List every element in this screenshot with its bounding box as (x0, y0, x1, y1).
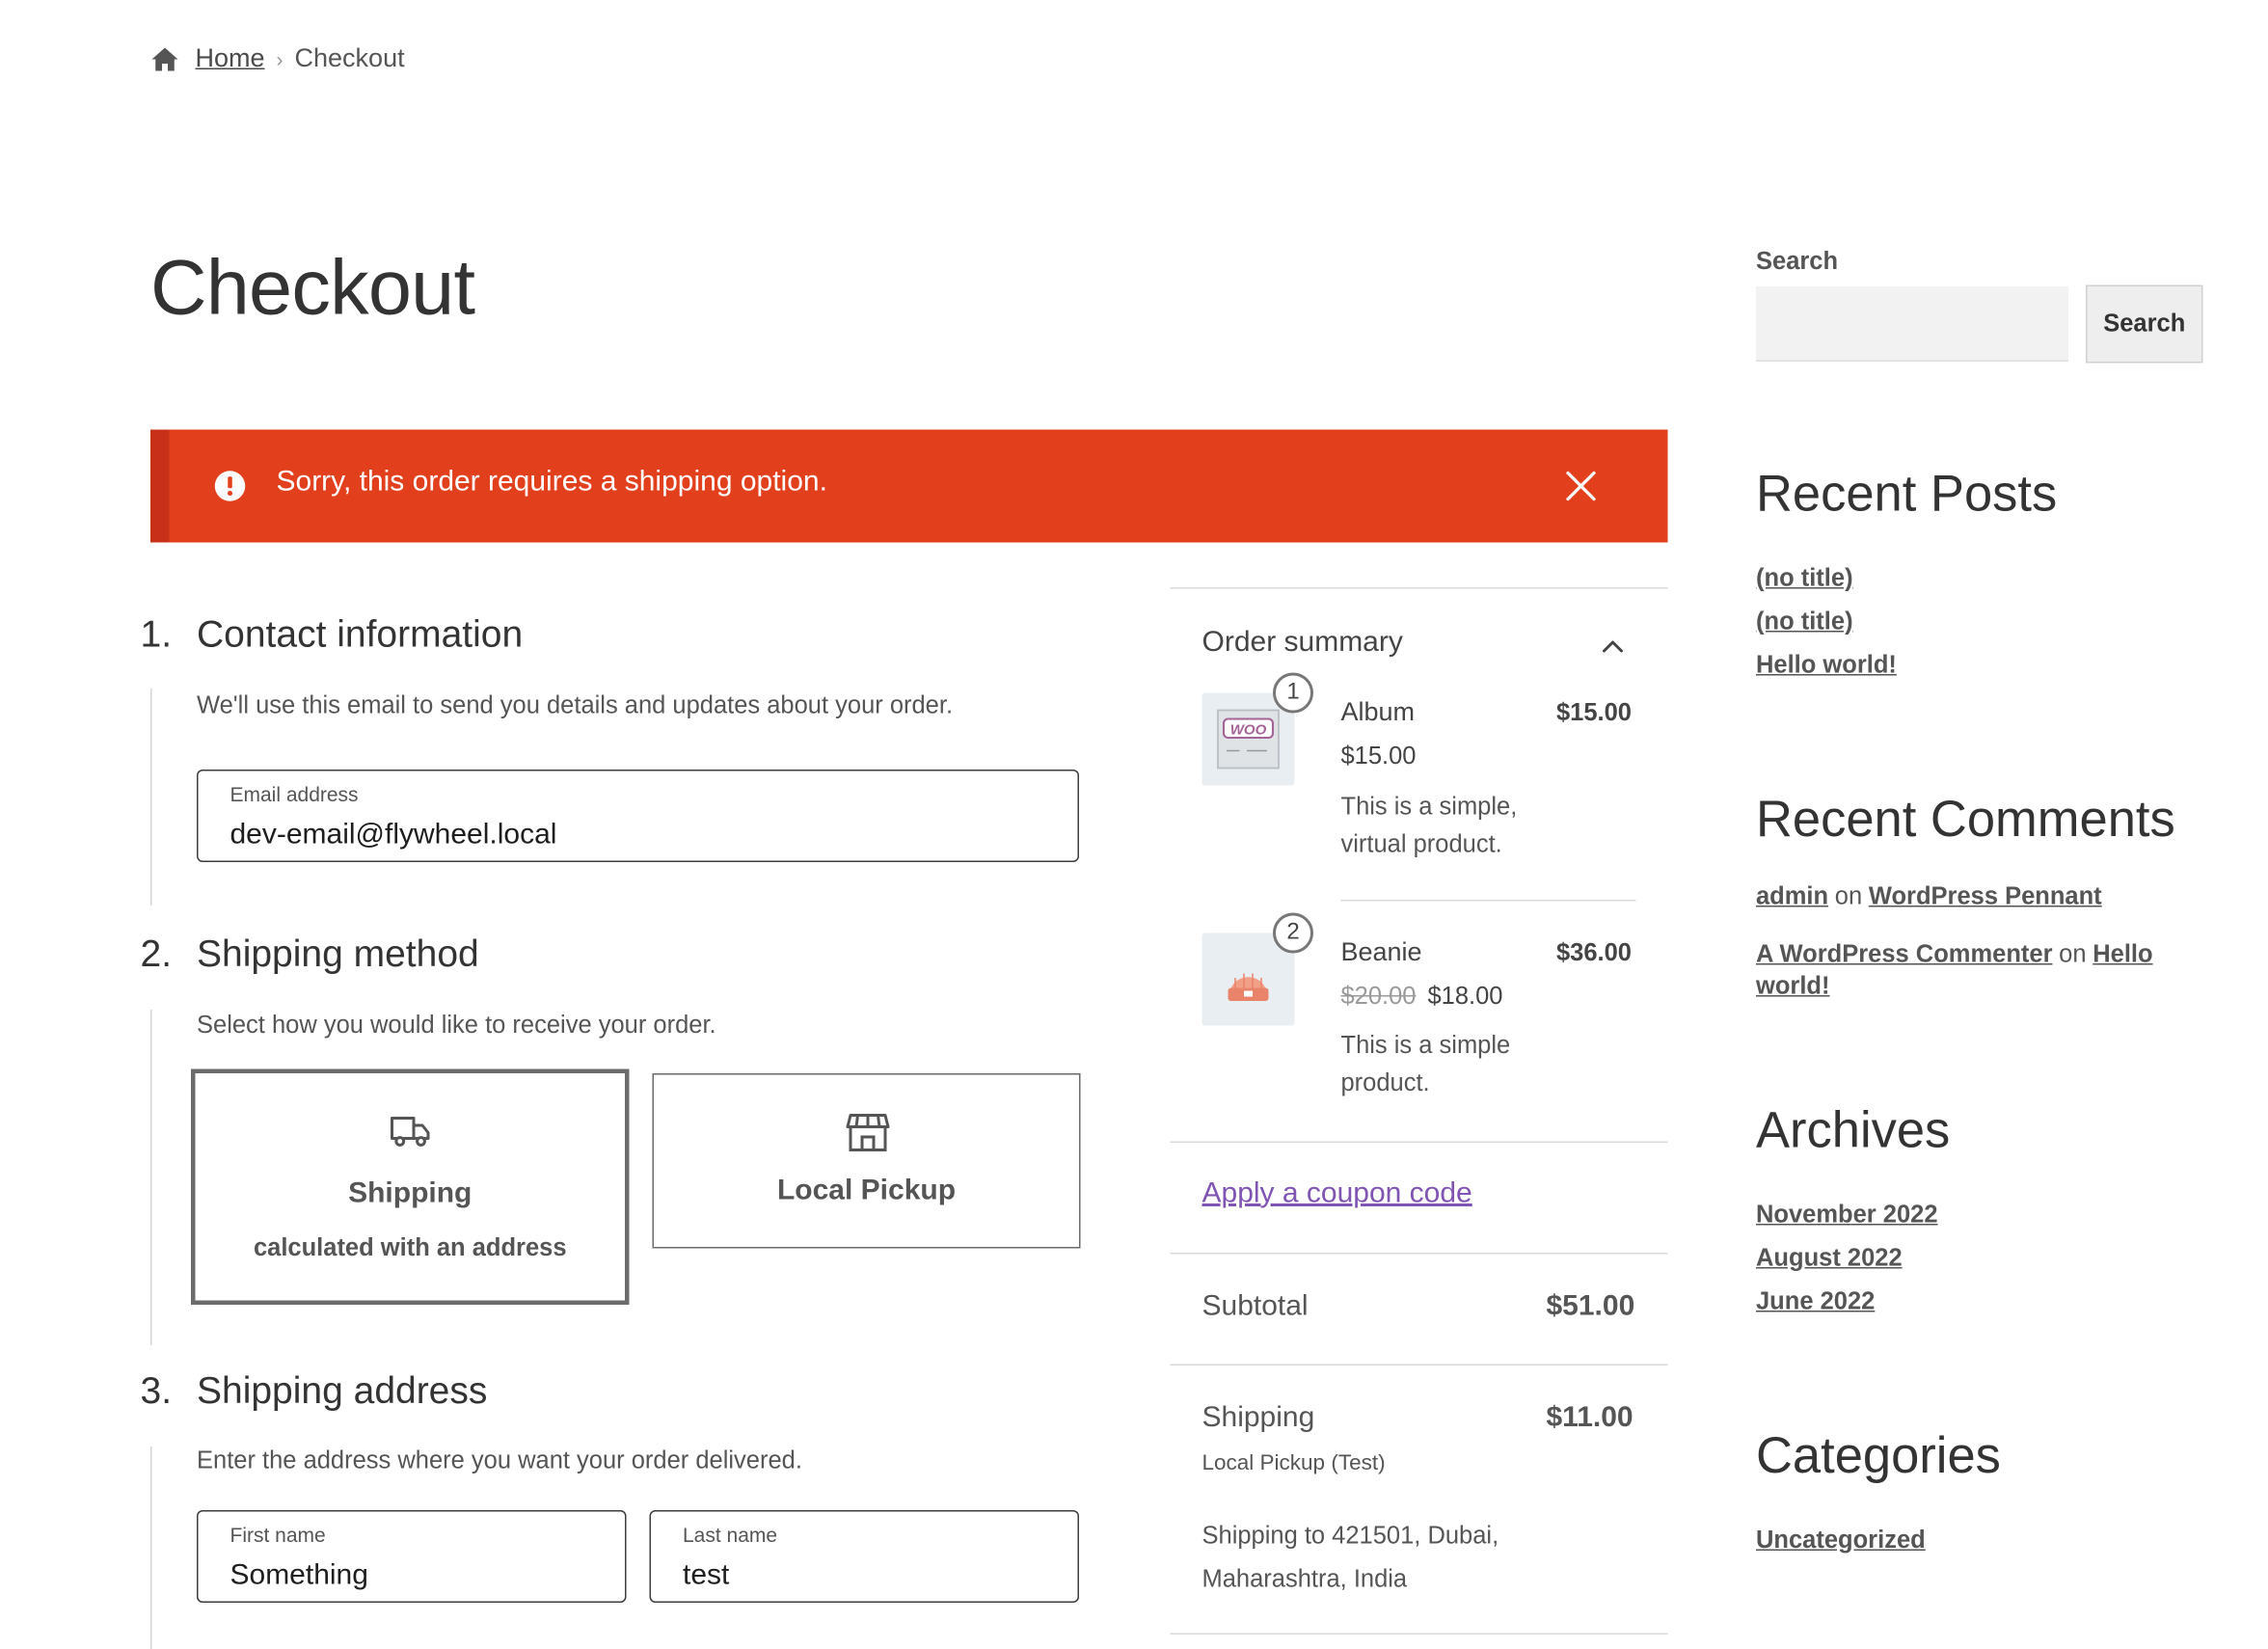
quantity-badge: 1 (1273, 672, 1313, 714)
step-2-number: 2. (140, 932, 173, 975)
step-3-title: Shipping address (197, 1368, 488, 1412)
categories-heading: Categories (1756, 1427, 2001, 1485)
item-total: $36.00 (1556, 938, 1632, 967)
item-description: This is a simple, virtual product. (1340, 793, 1518, 858)
summary-divider (1170, 1141, 1668, 1143)
local-pickup-option-button[interactable]: Local Pickup (652, 1073, 1081, 1249)
last-name-label: Last name (683, 1523, 778, 1547)
email-field[interactable]: Email address dev-email@flywheel.local (197, 770, 1079, 862)
shipping-method-name: Local Pickup (Test) (1202, 1450, 1386, 1476)
woo-logo-text: WOO (1230, 721, 1267, 738)
comment-author-link[interactable]: admin (1756, 882, 1828, 910)
step-2-title: Shipping method (197, 932, 479, 975)
comment-post-link[interactable]: WordPress Pennant (1869, 882, 2102, 910)
alert-icon (214, 471, 246, 501)
breadcrumb-home-link[interactable]: Home (196, 43, 265, 74)
archives-heading: Archives (1756, 1102, 1951, 1159)
summary-divider (1170, 1364, 1668, 1365)
item-name: Album (1340, 697, 1416, 726)
email-label: Email address (230, 782, 359, 806)
recent-post-link[interactable]: Hello world! (1756, 651, 1897, 680)
apply-coupon-link[interactable]: Apply a coupon code (1202, 1177, 1472, 1211)
notice-message: Sorry, this order requires a shipping op… (276, 466, 827, 498)
subtotal-label: Subtotal (1202, 1290, 1309, 1322)
recent-post-link[interactable]: (no title) (1756, 564, 1853, 593)
shipping-option-subtitle: calculated with an address (253, 1233, 567, 1262)
recent-comment-item: admin on WordPress Pennant (1756, 882, 2102, 911)
comment-on-text: on (1834, 882, 1863, 910)
home-icon (151, 46, 178, 70)
first-name-value: Something (230, 1559, 368, 1591)
summary-divider (1170, 1253, 1668, 1255)
step-divider (150, 1010, 152, 1345)
recent-post-link[interactable]: (no title) (1756, 608, 1853, 636)
shipping-option-title: Shipping (348, 1177, 472, 1209)
step-1-title: Contact information (197, 611, 524, 656)
local-pickup-option-title: Local Pickup (776, 1175, 957, 1206)
search-button[interactable]: Search (2086, 284, 2203, 364)
archive-link[interactable]: June 2022 (1756, 1287, 1875, 1316)
close-icon[interactable] (1565, 471, 1597, 502)
last-name-value: test (683, 1559, 730, 1591)
comment-on-text: on (2059, 940, 2087, 968)
item-price: $15.00 (1340, 742, 1417, 770)
archive-link[interactable]: August 2022 (1756, 1244, 1903, 1273)
item-name: Beanie (1340, 937, 1422, 966)
recent-comment-item: A WordPress Commenter on Hello world! (1756, 939, 2175, 1003)
breadcrumb: Home › Checkout (150, 43, 405, 74)
search-input[interactable] (1756, 286, 2068, 362)
shipping-destination: Shipping to 421501, Dubai, Maharashtra, … (1202, 1522, 1499, 1593)
step-1-number: 1. (140, 611, 173, 656)
step-1-description: We'll use this email to send you details… (197, 691, 954, 719)
recent-posts-heading: Recent Posts (1756, 466, 2058, 523)
recent-comments-heading: Recent Comments (1756, 791, 2175, 849)
item-sale-price: $18.00 (1427, 982, 1503, 1011)
step-divider (150, 1446, 152, 1649)
shipping-value: $11.00 (1546, 1401, 1634, 1434)
summary-divider (1170, 587, 1668, 589)
step-3-description: Enter the address where you want your or… (197, 1446, 802, 1474)
page-title: Checkout (150, 244, 475, 332)
last-name-field[interactable]: Last name test (649, 1510, 1079, 1603)
chevron-right-icon: › (276, 46, 284, 70)
shipping-option-button[interactable]: Shipping calculated with an address (191, 1068, 630, 1305)
quantity-badge: 2 (1273, 912, 1313, 954)
truck-icon (391, 1117, 430, 1147)
step-divider (150, 689, 152, 906)
subtotal-value: $51.00 (1546, 1290, 1635, 1322)
archive-link[interactable]: November 2022 (1756, 1201, 1938, 1230)
first-name-field[interactable]: First name Something (197, 1510, 627, 1603)
first-name-label: First name (230, 1523, 326, 1547)
item-total: $15.00 (1556, 698, 1632, 727)
error-notice: Sorry, this order requires a shipping op… (150, 429, 1668, 543)
step-2-description: Select how you would like to receive you… (197, 1011, 716, 1040)
summary-divider (1170, 1633, 1668, 1635)
chevron-up-icon[interactable] (1602, 639, 1625, 654)
order-summary-heading: Order summary (1202, 626, 1403, 659)
item-description: This is a simple product. (1340, 1031, 1511, 1097)
breadcrumb-current: Checkout (294, 43, 405, 72)
category-link[interactable]: Uncategorized (1756, 1527, 1926, 1555)
item-divider (1340, 900, 1636, 902)
email-value: dev-email@flywheel.local (230, 819, 557, 851)
comment-author-link[interactable]: A WordPress Commenter (1756, 940, 2053, 968)
search-label: Search (1756, 247, 1839, 276)
store-icon (846, 1114, 890, 1151)
item-regular-price: $20.00 (1340, 982, 1417, 1011)
shipping-label: Shipping (1202, 1401, 1315, 1434)
step-3-number: 3. (140, 1368, 173, 1412)
